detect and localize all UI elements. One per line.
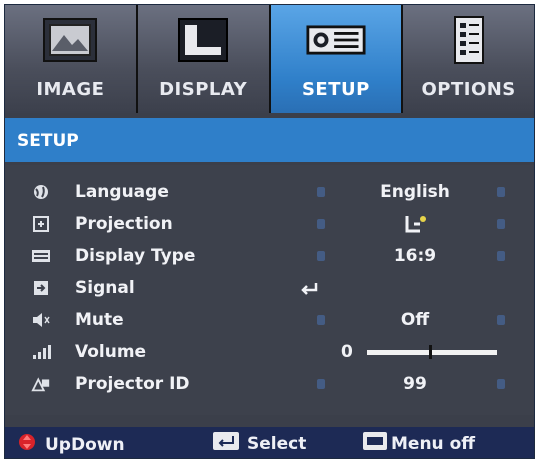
projection-icon	[31, 215, 51, 233]
settings-list: Language English Projection Display Type…	[5, 165, 534, 415]
language-label: Language	[75, 182, 169, 202]
globe-icon	[31, 183, 51, 201]
right-arrow-icon	[497, 379, 505, 389]
volume-slider[interactable]	[367, 345, 497, 359]
left-arrow-icon	[317, 379, 325, 389]
volume-value: 0	[341, 342, 353, 362]
tab-display[interactable]: DISPLAY	[137, 5, 271, 113]
volume-icon	[31, 343, 51, 361]
osd-menu: IMAGE DISPLAY SETUP OPTIONS SETUP Langua…	[4, 4, 535, 459]
menu-off-hint: Menu off	[363, 432, 475, 455]
select-hint: Select	[213, 432, 306, 455]
updown-label: UpDown	[45, 434, 125, 455]
menu-off-label: Menu off	[391, 433, 476, 454]
projector-id-value: 99	[403, 374, 427, 394]
row-signal[interactable]: Signal	[5, 273, 534, 303]
select-label: Select	[247, 433, 307, 454]
volume-slider-handle[interactable]	[429, 345, 433, 359]
enter-key-icon	[213, 432, 239, 455]
tab-image-label: IMAGE	[36, 79, 105, 100]
display-type-value: 16:9	[393, 246, 437, 266]
row-projection[interactable]: Projection	[5, 209, 534, 239]
setup-icon	[306, 15, 366, 65]
mute-value: Off	[400, 310, 430, 330]
projection-label: Projection	[75, 214, 173, 234]
left-arrow-icon	[317, 219, 325, 229]
footer-hints: UpDown Select Menu off	[5, 427, 534, 458]
row-display-type[interactable]: Display Type 16:9	[5, 241, 534, 271]
tab-setup[interactable]: SETUP	[270, 5, 404, 113]
front-desktop-projection-icon	[405, 216, 426, 233]
tab-options[interactable]: OPTIONS	[403, 5, 534, 113]
projector-id-icon	[31, 375, 51, 393]
display-type-icon	[31, 247, 51, 265]
updown-hint: UpDown	[17, 432, 125, 457]
language-value: English	[380, 182, 450, 202]
row-projector-id[interactable]: Projector ID 99	[5, 369, 534, 399]
right-arrow-icon	[497, 219, 505, 229]
image-icon	[40, 15, 100, 65]
right-arrow-icon	[497, 187, 505, 197]
left-arrow-icon	[317, 315, 325, 325]
signal-label: Signal	[75, 278, 135, 298]
section-title: SETUP	[5, 118, 534, 162]
left-arrow-icon	[317, 187, 325, 197]
tab-image[interactable]: IMAGE	[5, 5, 138, 113]
enter-icon[interactable]	[301, 281, 319, 300]
tab-options-label: OPTIONS	[421, 79, 516, 100]
row-language[interactable]: Language English	[5, 177, 534, 207]
mute-label: Mute	[75, 310, 124, 330]
tab-setup-label: SETUP	[301, 79, 370, 100]
row-volume[interactable]: Volume 0	[5, 337, 534, 367]
display-type-label: Display Type	[75, 246, 196, 266]
right-arrow-icon	[497, 251, 505, 261]
row-mute[interactable]: Mute Off	[5, 305, 534, 335]
projection-value	[335, 214, 495, 239]
projector-id-label: Projector ID	[75, 374, 190, 394]
volume-label: Volume	[75, 342, 147, 362]
options-icon	[439, 15, 499, 65]
menu-key-icon	[363, 432, 387, 455]
tab-display-label: DISPLAY	[159, 79, 248, 100]
display-icon	[173, 15, 233, 65]
updown-icon	[17, 432, 37, 457]
signal-icon	[31, 279, 51, 297]
tab-bar: IMAGE DISPLAY SETUP OPTIONS	[5, 5, 534, 113]
mute-icon	[31, 311, 51, 329]
left-arrow-icon	[317, 251, 325, 261]
right-arrow-icon	[497, 315, 505, 325]
